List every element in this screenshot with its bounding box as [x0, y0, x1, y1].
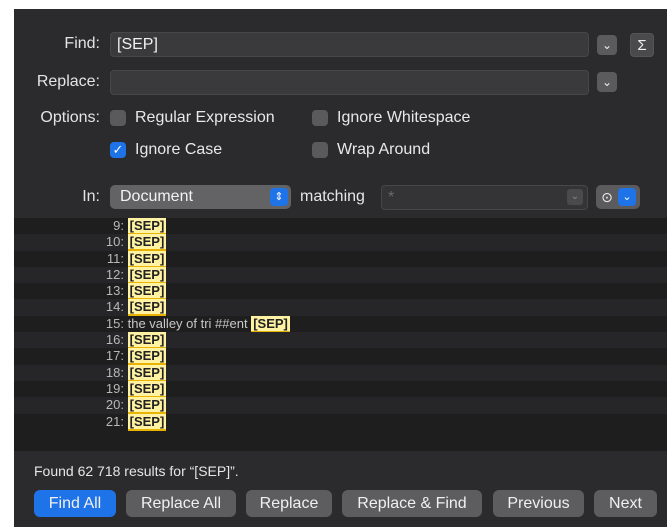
line-number: 9:: [113, 218, 124, 233]
line-number: 15:: [105, 315, 124, 331]
replace-label: Replace:: [36, 73, 100, 90]
result-row[interactable]: 16: [SEP]: [14, 332, 667, 350]
result-row[interactable]: 19: [SEP]: [14, 380, 667, 398]
match-highlight: [SEP]: [127, 299, 167, 317]
chevron-down-icon: ⌄: [567, 189, 583, 205]
line-number: 14:: [105, 299, 124, 315]
result-row[interactable]: 11: [SEP]: [14, 250, 667, 268]
line-text: the valley of tri ##ent: [127, 315, 252, 331]
matching-value: *: [388, 189, 395, 206]
checkbox-icon: [110, 110, 126, 126]
match-highlight: [SEP]: [127, 250, 167, 268]
result-row[interactable]: 18: [SEP]: [14, 364, 667, 382]
in-label: In:: [82, 188, 100, 205]
result-row[interactable]: 13: [SEP]: [14, 283, 667, 301]
checkmark-icon: ✓: [110, 142, 126, 158]
replace-all-button[interactable]: Replace All: [126, 490, 236, 517]
ignore-case-checkbox[interactable]: ✓ Ignore Case: [110, 141, 222, 159]
options-label: Options:: [40, 109, 100, 126]
find-label: Find:: [64, 35, 100, 52]
line-number: 13:: [105, 283, 124, 299]
result-row[interactable]: 9: [SEP]: [14, 218, 667, 235]
sigma-button[interactable]: Σ: [630, 33, 654, 57]
match-highlight: [SEP]: [127, 218, 167, 235]
sigma-icon: Σ: [637, 36, 647, 54]
replace-input[interactable]: [110, 70, 589, 95]
line-number: 11:: [106, 250, 124, 266]
replace-history-button[interactable]: ⌄: [597, 72, 617, 92]
line-number: 10:: [105, 234, 124, 250]
next-button[interactable]: Next: [594, 490, 657, 517]
wrap-around-label: Wrap Around: [337, 141, 431, 158]
match-highlight: [SEP]: [127, 234, 167, 252]
match-highlight: [SEP]: [127, 348, 167, 366]
wrap-around-checkbox[interactable]: Wrap Around: [312, 141, 430, 159]
line-number: 20:: [105, 397, 124, 413]
matching-input: * ⌄: [381, 185, 588, 210]
result-row[interactable]: 12: [SEP]: [14, 266, 667, 284]
match-highlight: [SEP]: [127, 364, 167, 382]
scope-selected: Document: [120, 188, 193, 205]
more-options-button[interactable]: ⊙ ⌄: [596, 185, 640, 209]
line-number: 17:: [105, 348, 124, 364]
match-highlight: [SEP]: [127, 283, 167, 301]
scope-popup[interactable]: Document ⇕: [110, 185, 291, 209]
result-row[interactable]: 21: [SEP]: [14, 413, 667, 431]
match-highlight: [SEP]: [127, 266, 167, 284]
replace-button[interactable]: Replace: [246, 490, 332, 517]
find-input[interactable]: [SEP]: [110, 32, 589, 57]
ignore-whitespace-checkbox[interactable]: Ignore Whitespace: [312, 109, 470, 127]
results-status: Found 62 718 results for “[SEP]”.: [34, 463, 239, 479]
checkbox-icon: [312, 142, 328, 158]
result-row[interactable]: 14: [SEP]: [14, 299, 667, 317]
result-row[interactable]: 20: [SEP]: [14, 397, 667, 415]
chevron-down-icon: ⌄: [601, 38, 613, 52]
up-down-arrows-icon: ⇕: [270, 188, 288, 206]
results-list[interactable]: 9: [SEP] 10: [SEP] 11: [SEP] 12: [SEP] 13: […: [14, 218, 667, 451]
result-row[interactable]: 15: the valley of tri ##ent [SEP]: [14, 315, 667, 333]
match-highlight: [SEP]: [127, 397, 167, 415]
regular-expression-checkbox[interactable]: Regular Expression: [110, 109, 275, 127]
match-highlight: [SEP]: [127, 413, 167, 431]
line-number: 12:: [105, 266, 124, 282]
regular-expression-label: Regular Expression: [135, 109, 275, 126]
match-highlight: [SEP]: [251, 315, 290, 333]
line-number: 19:: [105, 380, 124, 396]
ellipsis-circle-icon: ⊙: [601, 188, 613, 205]
match-highlight: [SEP]: [127, 380, 167, 398]
previous-button[interactable]: Previous: [493, 490, 584, 517]
ignore-case-label: Ignore Case: [135, 141, 223, 158]
replace-and-find-button[interactable]: Replace & Find: [342, 490, 482, 517]
chevron-down-icon: ⌄: [618, 188, 636, 206]
ignore-whitespace-label: Ignore Whitespace: [337, 109, 471, 126]
result-row[interactable]: 17: [SEP]: [14, 348, 667, 366]
checkbox-icon: [312, 110, 328, 126]
line-number: 21:: [105, 413, 124, 429]
find-all-button[interactable]: Find All: [34, 490, 116, 517]
line-number: 18:: [105, 364, 124, 380]
result-row[interactable]: 10: [SEP]: [14, 234, 667, 252]
match-highlight: [SEP]: [127, 332, 167, 350]
line-number: 16:: [105, 332, 124, 348]
chevron-down-icon: ⌄: [601, 75, 613, 89]
matching-label: matching: [300, 188, 365, 205]
find-history-button[interactable]: ⌄: [597, 35, 617, 55]
